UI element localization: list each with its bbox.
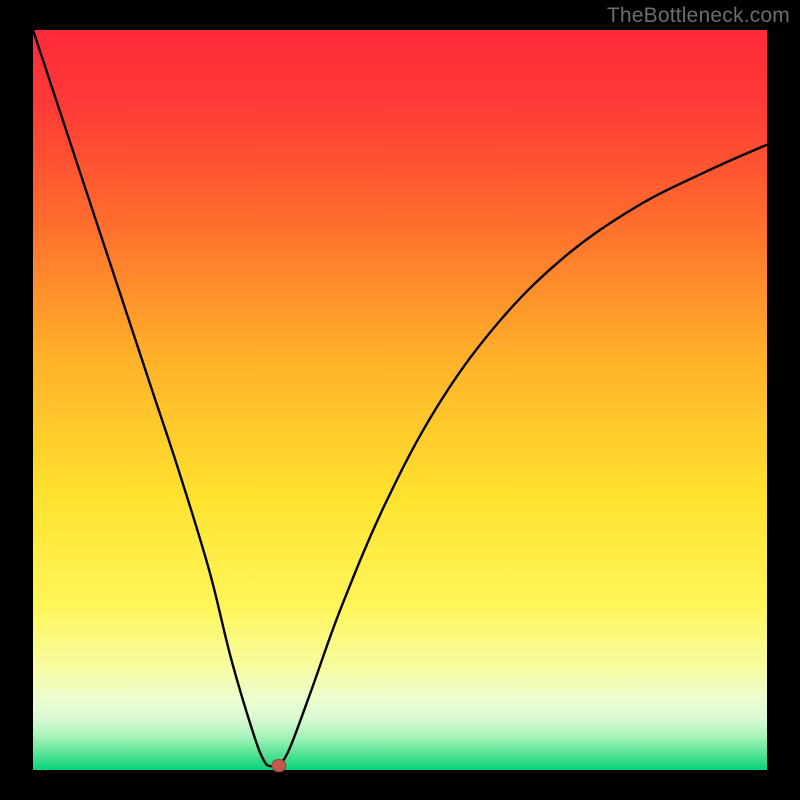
chart-frame: TheBottleneck.com — [0, 0, 800, 800]
bottleneck-chart — [0, 0, 800, 800]
minimum-marker — [272, 759, 286, 771]
watermark-text: TheBottleneck.com — [607, 4, 790, 28]
plot-background — [33, 30, 767, 770]
